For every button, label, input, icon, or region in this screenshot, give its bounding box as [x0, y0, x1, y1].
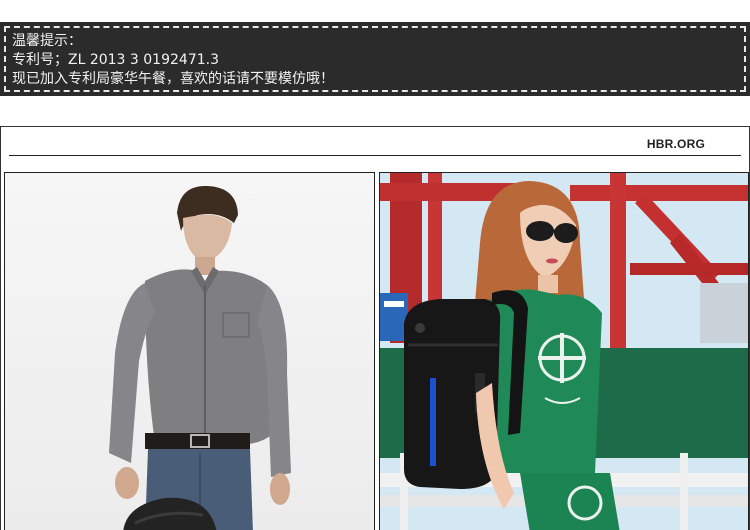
notice-banner: 温馨提示： 专利号；ZL 2013 3 0192471.3 现已加入专利局豪华午… [0, 22, 750, 96]
source-label: HBR.ORG [646, 137, 705, 151]
notice-warning: 现已加入专利局豪华午餐，喜欢的话请不要模仿哦！ [12, 71, 334, 87]
photo-man [4, 172, 375, 530]
header-rule [9, 155, 741, 156]
notice-box: 温馨提示： 专利号；ZL 2013 3 0192471.3 现已加入专利局豪华午… [4, 26, 746, 92]
photo-woman [379, 172, 749, 530]
notice-title: 温馨提示： [12, 33, 82, 49]
notice-patent-number: 专利号；ZL 2013 3 0192471.3 [12, 52, 219, 68]
content-frame: HBR.ORG [0, 126, 750, 530]
